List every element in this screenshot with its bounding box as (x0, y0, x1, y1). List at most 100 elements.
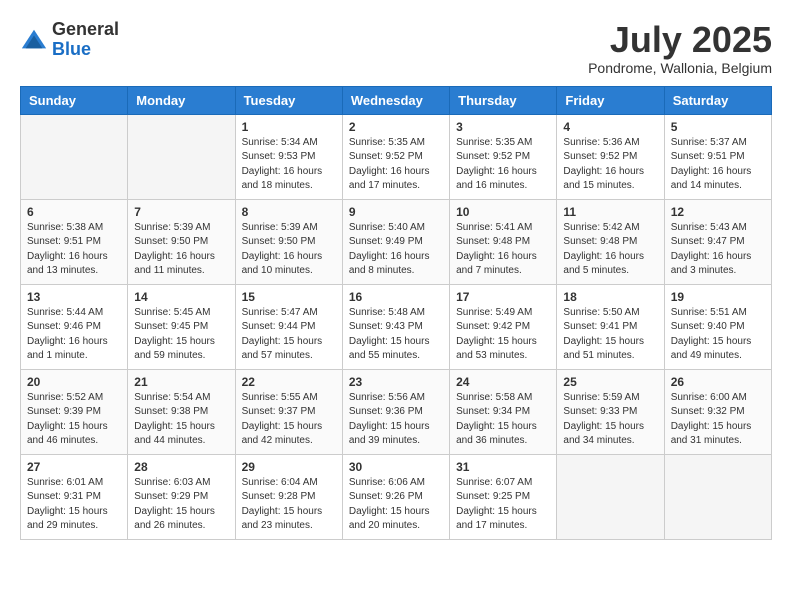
calendar-day-header: Monday (128, 86, 235, 114)
day-number: 7 (134, 205, 228, 219)
calendar-cell: 7 Sunrise: 5:39 AM Sunset: 9:50 PM Daylig… (128, 199, 235, 284)
day-info: Sunrise: 5:34 AM Sunset: 9:53 PM Dayligh… (242, 136, 336, 194)
calendar-day-header: Thursday (450, 86, 557, 114)
day-info: Sunrise: 5:54 AM Sunset: 9:38 PM Dayligh… (134, 391, 228, 449)
calendar-cell: 28Sunrise: 6:03 AM Sunset: 9:29 PM Dayli… (128, 454, 235, 539)
calendar-cell: 27 Sunrise: 6:01 AM Sunset: 9:31 PM Dayli… (21, 454, 128, 539)
calendar-cell: 11 Sunrise: 5:42 AM Sunset: 9:48 PM Dayli… (557, 199, 664, 284)
day-info: Sunrise: 6:00 AM Sunset: 9:32 PM Dayligh… (671, 391, 765, 449)
day-number: 11 (563, 205, 657, 219)
day-info: Sunrise: 6:07 AM Sunset: 9:25 PM Dayligh… (456, 476, 550, 534)
title-block: July 2025 Pondrome, Wallonia, Belgium (588, 20, 772, 76)
calendar-week-row: 27 Sunrise: 6:01 AM Sunset: 9:31 PM Dayli… (21, 454, 772, 539)
calendar-cell: 26 Sunrise: 6:00 AM Sunset: 9:32 PM Dayli… (664, 369, 771, 454)
calendar-cell: 2Sunrise: 5:35 AM Sunset: 9:52 PM Daylig… (342, 114, 449, 199)
calendar-cell: 3 Sunrise: 5:35 AM Sunset: 9:52 PM Daylig… (450, 114, 557, 199)
day-info: Sunrise: 5:50 AM Sunset: 9:41 PM Dayligh… (563, 306, 657, 364)
day-info: Sunrise: 5:55 AM Sunset: 9:37 PM Dayligh… (242, 391, 336, 449)
day-number: 9 (349, 205, 443, 219)
calendar-cell: 30 Sunrise: 6:06 AM Sunset: 9:26 PM Dayli… (342, 454, 449, 539)
calendar-cell: 17 Sunrise: 5:49 AM Sunset: 9:42 PM Dayli… (450, 284, 557, 369)
day-info: Sunrise: 5:51 AM Sunset: 9:40 PM Dayligh… (671, 306, 765, 364)
day-info: Sunrise: 5:40 AM Sunset: 9:49 PM Dayligh… (349, 221, 443, 279)
day-info: Sunrise: 5:39 AM Sunset: 9:50 PM Dayligh… (134, 221, 228, 279)
calendar-cell: 21 Sunrise: 5:54 AM Sunset: 9:38 PM Dayli… (128, 369, 235, 454)
day-number: 18 (563, 290, 657, 304)
calendar-cell: 4 Sunrise: 5:36 AM Sunset: 9:52 PM Daylig… (557, 114, 664, 199)
calendar-cell: 12 Sunrise: 5:43 AM Sunset: 9:47 PM Dayli… (664, 199, 771, 284)
calendar-cell: 22 Sunrise: 5:55 AM Sunset: 9:37 PM Dayli… (235, 369, 342, 454)
calendar-cell: 18 Sunrise: 5:50 AM Sunset: 9:41 PM Dayli… (557, 284, 664, 369)
month-title: July 2025 (588, 20, 772, 60)
calendar-day-header: Saturday (664, 86, 771, 114)
day-info: Sunrise: 5:37 AM Sunset: 9:51 PM Dayligh… (671, 136, 765, 194)
calendar-week-row: 20 Sunrise: 5:52 AM Sunset: 9:39 PM Dayli… (21, 369, 772, 454)
calendar-header-row: SundayMondayTuesdayWednesdayThursdayFrid… (21, 86, 772, 114)
calendar-week-row: 6Sunrise: 5:38 AM Sunset: 9:51 PM Daylig… (21, 199, 772, 284)
calendar-cell (21, 114, 128, 199)
calendar-cell: 19 Sunrise: 5:51 AM Sunset: 9:40 PM Dayli… (664, 284, 771, 369)
calendar-day-header: Friday (557, 86, 664, 114)
day-number: 26 (671, 375, 765, 389)
day-number: 24 (456, 375, 550, 389)
logo-blue-label: Blue (52, 40, 119, 60)
calendar-week-row: 1 Sunrise: 5:34 AM Sunset: 9:53 PM Daylig… (21, 114, 772, 199)
day-number: 3 (456, 120, 550, 134)
day-number: 13 (27, 290, 121, 304)
day-number: 2 (349, 120, 443, 134)
day-number: 21 (134, 375, 228, 389)
day-number: 17 (456, 290, 550, 304)
day-info: Sunrise: 5:43 AM Sunset: 9:47 PM Dayligh… (671, 221, 765, 279)
page-header: General Blue July 2025 Pondrome, Walloni… (20, 20, 772, 76)
day-number: 8 (242, 205, 336, 219)
day-info: Sunrise: 5:36 AM Sunset: 9:52 PM Dayligh… (563, 136, 657, 194)
day-info: Sunrise: 6:06 AM Sunset: 9:26 PM Dayligh… (349, 476, 443, 534)
day-number: 19 (671, 290, 765, 304)
day-info: Sunrise: 5:41 AM Sunset: 9:48 PM Dayligh… (456, 221, 550, 279)
calendar-table: SundayMondayTuesdayWednesdayThursdayFrid… (20, 86, 772, 540)
calendar-cell: 25 Sunrise: 5:59 AM Sunset: 9:33 PM Dayli… (557, 369, 664, 454)
day-info: Sunrise: 6:01 AM Sunset: 9:31 PM Dayligh… (27, 476, 121, 534)
day-info: Sunrise: 5:47 AM Sunset: 9:44 PM Dayligh… (242, 306, 336, 364)
day-number: 6 (27, 205, 121, 219)
day-info: Sunrise: 5:56 AM Sunset: 9:36 PM Dayligh… (349, 391, 443, 449)
logo-general-label: General (52, 20, 119, 40)
day-info: Sunrise: 5:42 AM Sunset: 9:48 PM Dayligh… (563, 221, 657, 279)
calendar-cell: 23 Sunrise: 5:56 AM Sunset: 9:36 PM Dayli… (342, 369, 449, 454)
day-number: 10 (456, 205, 550, 219)
day-info: Sunrise: 6:04 AM Sunset: 9:28 PM Dayligh… (242, 476, 336, 534)
calendar-cell: 6Sunrise: 5:38 AM Sunset: 9:51 PM Daylig… (21, 199, 128, 284)
calendar-cell: 8Sunrise: 5:39 AM Sunset: 9:50 PM Daylig… (235, 199, 342, 284)
day-info: Sunrise: 5:49 AM Sunset: 9:42 PM Dayligh… (456, 306, 550, 364)
day-number: 27 (27, 460, 121, 474)
calendar-day-header: Sunday (21, 86, 128, 114)
day-number: 22 (242, 375, 336, 389)
calendar-cell: 13 Sunrise: 5:44 AM Sunset: 9:46 PM Dayli… (21, 284, 128, 369)
calendar-cell: 24 Sunrise: 5:58 AM Sunset: 9:34 PM Dayli… (450, 369, 557, 454)
day-number: 23 (349, 375, 443, 389)
calendar-cell: 5Sunrise: 5:37 AM Sunset: 9:51 PM Daylig… (664, 114, 771, 199)
day-number: 25 (563, 375, 657, 389)
calendar-cell (128, 114, 235, 199)
calendar-cell: 10 Sunrise: 5:41 AM Sunset: 9:48 PM Dayli… (450, 199, 557, 284)
day-number: 12 (671, 205, 765, 219)
day-info: Sunrise: 5:45 AM Sunset: 9:45 PM Dayligh… (134, 306, 228, 364)
day-info: Sunrise: 5:44 AM Sunset: 9:46 PM Dayligh… (27, 306, 121, 364)
day-info: Sunrise: 5:58 AM Sunset: 9:34 PM Dayligh… (456, 391, 550, 449)
day-number: 30 (349, 460, 443, 474)
day-number: 20 (27, 375, 121, 389)
day-number: 15 (242, 290, 336, 304)
day-info: Sunrise: 5:52 AM Sunset: 9:39 PM Dayligh… (27, 391, 121, 449)
day-info: Sunrise: 5:48 AM Sunset: 9:43 PM Dayligh… (349, 306, 443, 364)
calendar-cell: 31 Sunrise: 6:07 AM Sunset: 9:25 PM Dayli… (450, 454, 557, 539)
logo-text: General Blue (52, 20, 119, 60)
calendar-week-row: 13 Sunrise: 5:44 AM Sunset: 9:46 PM Dayli… (21, 284, 772, 369)
calendar-day-header: Tuesday (235, 86, 342, 114)
day-info: Sunrise: 5:59 AM Sunset: 9:33 PM Dayligh… (563, 391, 657, 449)
day-number: 28 (134, 460, 228, 474)
day-number: 31 (456, 460, 550, 474)
calendar-cell: 20 Sunrise: 5:52 AM Sunset: 9:39 PM Dayli… (21, 369, 128, 454)
day-info: Sunrise: 5:35 AM Sunset: 9:52 PM Dayligh… (456, 136, 550, 194)
day-number: 4 (563, 120, 657, 134)
day-number: 1 (242, 120, 336, 134)
